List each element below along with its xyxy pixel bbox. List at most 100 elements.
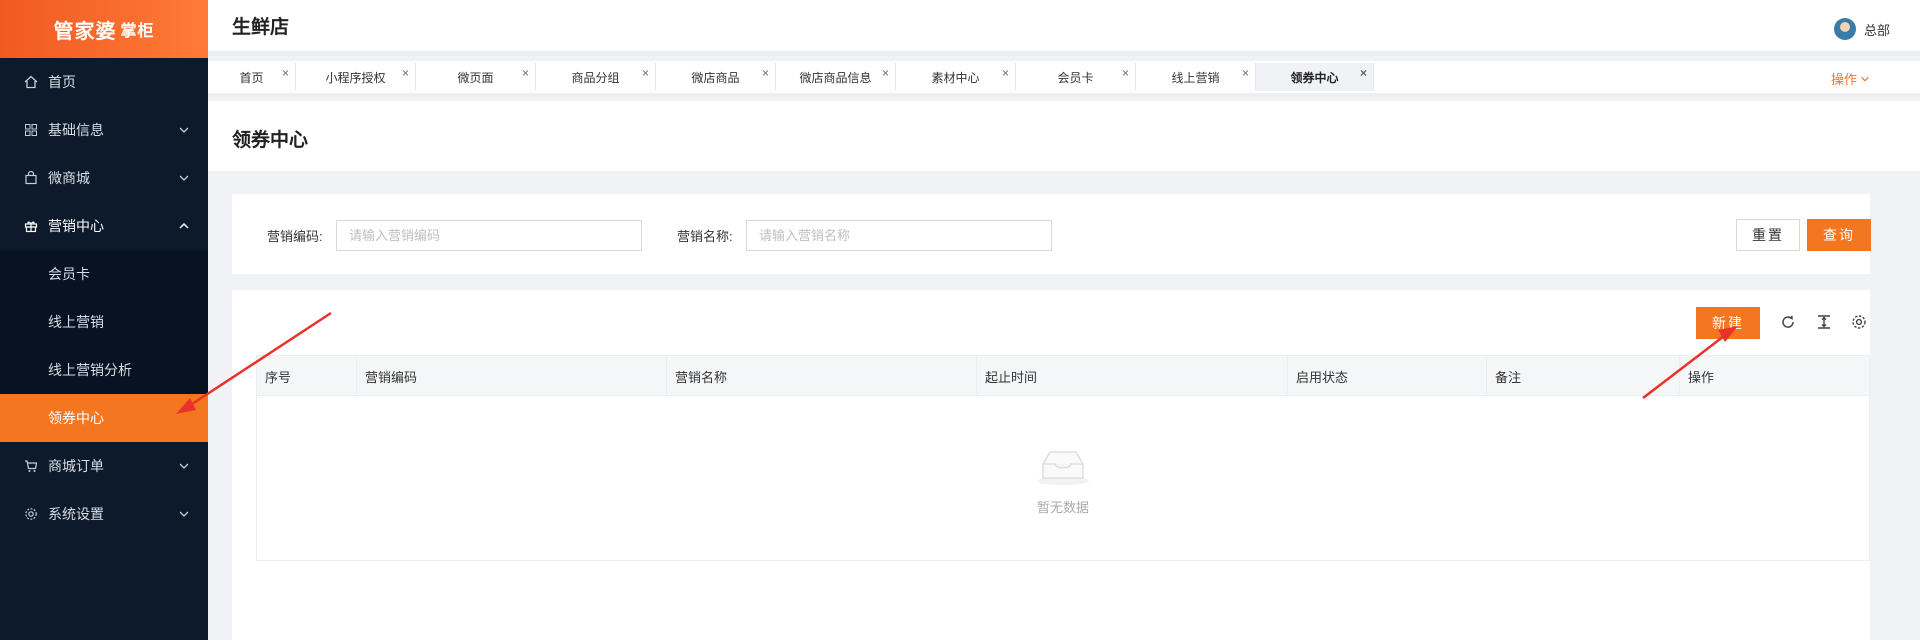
new-button[interactable]: 新建 (1696, 307, 1760, 339)
sidebar-item-label: 微商城 (48, 170, 90, 186)
top-header: 生鲜店 总部 (208, 0, 1920, 56)
tab-microstore-products[interactable]: 微店商品 × (656, 63, 776, 91)
tab-label: 小程序授权 (325, 70, 386, 85)
sidebar-item-basic-info[interactable]: 基础信息 (0, 106, 208, 154)
close-icon[interactable]: × (282, 66, 289, 80)
chevron-down-icon (179, 127, 189, 133)
tab-label: 微店商品信息 (799, 70, 872, 85)
chevron-down-icon (179, 511, 189, 517)
tab-product-groups[interactable]: 商品分组 × (536, 63, 656, 91)
sidebar-item-marketing[interactable]: 营销中心 (0, 202, 208, 250)
marketing-code-label: 营销编码: (267, 229, 323, 244)
tab-bar: 首页 × 小程序授权 × 微页面 × 商品分组 × 微店商品 × 微店商品信息 … (208, 61, 1920, 97)
sidebar-item-microstore[interactable]: 微商城 (0, 154, 208, 202)
close-icon[interactable]: × (642, 66, 649, 80)
sidebar-subitem-member-card[interactable]: 会员卡 (0, 250, 208, 298)
sidebar-subitem-coupon-center[interactable]: 领券中心 (0, 394, 208, 442)
sidebar-item-settings[interactable]: 系统设置 (0, 490, 208, 538)
sidebar-item-label: 系统设置 (48, 506, 104, 522)
user-name: 总部 (1863, 22, 1890, 38)
sidebar-item-label: 线上营销分析 (48, 362, 132, 378)
tab-material-center[interactable]: 素材中心 × (896, 63, 1016, 91)
bag-icon (24, 171, 38, 185)
sidebar-subitem-online-marketing[interactable]: 线上营销 (0, 298, 208, 346)
sidebar: 管家婆 掌柜 首页 基础信息 微商城 营销中心 会员卡 线上营销 线上营销分析 … (0, 0, 208, 640)
tab-label: 微店商品 (691, 70, 740, 85)
close-icon[interactable]: × (1122, 66, 1129, 80)
sidebar-item-label: 会员卡 (48, 266, 90, 282)
close-icon[interactable]: × (1002, 66, 1009, 80)
logo-main: 管家婆 (53, 20, 117, 43)
avatar (1833, 18, 1856, 40)
marketing-submenu: 会员卡 线上营销 线上营销分析 领券中心 (0, 250, 208, 442)
close-icon[interactable]: × (402, 66, 409, 80)
empty-state: 暂无数据 (257, 446, 1869, 516)
tab-microstore-product-info[interactable]: 微店商品信息 × (776, 63, 896, 91)
empty-text: 暂无数据 (1036, 500, 1089, 515)
tab-label: 会员卡 (1057, 70, 1094, 85)
user-menu[interactable]: 总部 (1833, 18, 1890, 40)
logo-sub: 掌柜 (120, 23, 155, 40)
sidebar-item-orders[interactable]: 商城订单 (0, 442, 208, 490)
chevron-up-icon (179, 222, 189, 229)
sidebar-item-label: 领券中心 (48, 410, 104, 426)
close-icon[interactable]: × (522, 66, 529, 80)
close-icon[interactable]: × (1242, 66, 1249, 80)
settings-gear-icon[interactable] (1849, 312, 1869, 332)
close-icon[interactable]: × (762, 66, 769, 80)
page-title: 领券中心 (232, 130, 309, 151)
sidebar-item-label: 商城订单 (48, 458, 104, 474)
cart-icon (24, 459, 38, 473)
marketing-code-input[interactable] (336, 220, 642, 251)
reset-button[interactable]: 重置 (1736, 219, 1800, 251)
tab-label: 商品分组 (571, 70, 620, 85)
store-name: 生鲜店 (232, 17, 290, 38)
sidebar-item-label: 首页 (48, 74, 76, 90)
tab-coupon-center[interactable]: 领券中心 × (1256, 63, 1374, 91)
coupon-table: 序号 营销编码 营销名称 起止时间 启用状态 备注 操作 暂无数据 (256, 355, 1870, 561)
sidebar-item-label: 基础信息 (48, 122, 104, 138)
tab-label: 领券中心 (1290, 70, 1339, 85)
tab-label: 微页面 (457, 70, 494, 85)
refresh-icon[interactable] (1778, 312, 1798, 332)
chevron-down-icon (179, 175, 189, 181)
grid-icon (24, 123, 38, 137)
sidebar-subitem-online-marketing-analysis[interactable]: 线上营销分析 (0, 346, 208, 394)
search-panel: 营销编码: 营销名称: 重置 查询 (232, 194, 1871, 274)
tab-label: 首页 (239, 70, 264, 85)
query-button[interactable]: 查询 (1807, 219, 1871, 251)
page-title-bar: 领券中心 (208, 101, 1920, 171)
column-header-code: 营销编码 (357, 356, 667, 396)
logo: 管家婆 掌柜 (0, 0, 208, 58)
empty-box-icon (1037, 451, 1089, 485)
close-icon[interactable]: × (882, 66, 889, 80)
tab-home[interactable]: 首页 × (208, 63, 296, 91)
tab-member-card[interactable]: 会员卡 × (1016, 63, 1136, 91)
table-header: 序号 营销编码 营销名称 起止时间 启用状态 备注 操作 (257, 356, 1869, 396)
tab-online-marketing[interactable]: 线上营销 × (1136, 63, 1256, 91)
marketing-name-label: 营销名称: (677, 229, 733, 244)
tab-label: 素材中心 (931, 70, 980, 85)
chevron-down-icon (179, 463, 189, 469)
home-icon (24, 75, 38, 89)
column-header-index: 序号 (257, 356, 357, 396)
chevron-down-icon (1861, 76, 1869, 81)
column-header-actions: 操作 (1688, 369, 1715, 385)
close-icon[interactable]: × (1360, 66, 1367, 80)
sidebar-item-label: 线上营销 (48, 314, 104, 330)
sidebar-item-label: 营销中心 (48, 218, 104, 234)
column-header-name: 营销名称 (667, 356, 977, 396)
tab-micropage[interactable]: 微页面 × (416, 63, 536, 91)
operations-menu[interactable]: 操作 (1831, 69, 1870, 88)
column-height-icon[interactable] (1814, 312, 1834, 332)
marketing-name-input[interactable] (746, 220, 1052, 251)
column-header-remark: 备注 (1487, 356, 1680, 396)
column-header-status: 启用状态 (1288, 356, 1487, 396)
table-panel: 新建 序号 营销编码 营销名称 起止时间 启用状态 备注 操作 暂无数据 (232, 290, 1870, 640)
operations-label: 操作 (1830, 72, 1857, 87)
gear-icon (24, 507, 38, 521)
tab-miniapp-auth[interactable]: 小程序授权 × (296, 63, 416, 91)
tab-label: 线上营销 (1171, 70, 1220, 85)
sidebar-item-home[interactable]: 首页 (0, 58, 208, 106)
gift-icon (24, 219, 38, 233)
